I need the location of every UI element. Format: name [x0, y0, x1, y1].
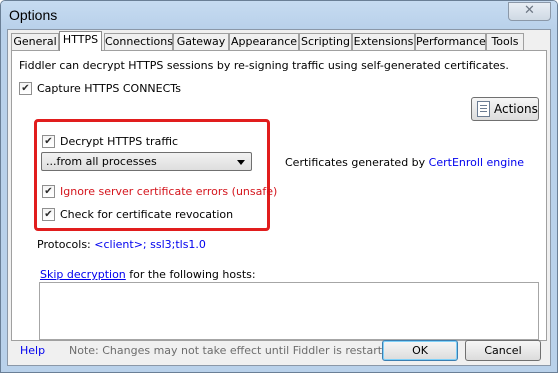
ok-label: OK: [412, 344, 428, 357]
tab-https[interactable]: HTTPS: [59, 31, 102, 51]
tab-label: Connections: [105, 35, 173, 48]
tab-label: Gateway: [176, 35, 226, 48]
check-revocation-label[interactable]: Check for certificate revocation: [60, 208, 233, 221]
document-icon: [477, 101, 490, 117]
tab-label: Extensions: [353, 35, 414, 48]
decrypt-traffic-label[interactable]: Decrypt HTTPS traffic: [60, 135, 178, 148]
dialog-body: General HTTPS Connections Gateway Appear…: [7, 29, 551, 366]
check-revocation-checkbox[interactable]: ✔: [42, 208, 55, 221]
checkmark-icon: ✔: [21, 83, 30, 94]
window-title: Options: [9, 7, 58, 23]
tab-general[interactable]: General: [11, 33, 59, 50]
protocols-label: Protocols:: [37, 238, 95, 251]
capture-connects-checkbox[interactable]: ✔: [19, 82, 32, 95]
certs-generated-text: Certificates generated by CertEnroll eng…: [285, 156, 524, 169]
certs-prefix: Certificates generated by: [285, 156, 429, 169]
decrypt-traffic-checkbox[interactable]: ✔: [42, 135, 55, 148]
checkmark-icon: ✔: [44, 209, 53, 220]
help-link[interactable]: Help: [20, 344, 45, 357]
cancel-button[interactable]: Cancel: [465, 340, 541, 361]
ignore-errors-checkbox[interactable]: ✔: [42, 185, 55, 198]
ignore-errors-label[interactable]: Ignore server certificate errors (unsafe…: [60, 185, 277, 198]
skip-decryption-rest: for the following hosts:: [125, 268, 256, 281]
tab-label: Scripting: [301, 35, 350, 48]
capture-connects-label[interactable]: Capture HTTPS CONNECTs: [37, 82, 181, 95]
tab-label: General: [13, 35, 57, 48]
close-button[interactable]: ✕: [508, 2, 551, 21]
tab-label: Appearance: [230, 35, 298, 48]
tab-label: Performance: [416, 35, 486, 48]
close-icon: ✕: [524, 3, 535, 18]
tab-appearance[interactable]: Appearance: [229, 33, 299, 50]
ok-button[interactable]: OK: [382, 340, 458, 361]
actions-button[interactable]: Actions: [471, 97, 539, 121]
tab-scripting[interactable]: Scripting: [299, 33, 352, 50]
tab-performance[interactable]: Performance: [415, 33, 486, 50]
process-filter-value: ...from all processes: [46, 155, 157, 168]
tab-tools[interactable]: Tools: [486, 33, 524, 50]
checkmark-icon: ✔: [44, 136, 53, 147]
process-filter-dropdown[interactable]: ...from all processes: [41, 152, 252, 171]
intro-text: Fiddler can decrypt HTTPS sessions by re…: [19, 59, 509, 72]
https-tab-panel: Fiddler can decrypt HTTPS sessions by re…: [11, 50, 547, 341]
checkmark-icon: ✔: [44, 186, 53, 197]
protocols-text: Protocols: <client>; ssl3;tls1.0: [37, 238, 206, 251]
certenroll-engine-link[interactable]: CertEnroll engine: [429, 156, 524, 169]
skip-decryption-link[interactable]: Skip decryption: [40, 268, 126, 281]
chevron-down-icon: [237, 160, 245, 165]
tab-gateway[interactable]: Gateway: [173, 33, 229, 50]
restart-note: Note: Changes may not take effect until …: [69, 344, 400, 357]
skip-decryption-text: Skip decryption for the following hosts:: [40, 268, 256, 281]
actions-label: Actions: [494, 102, 538, 116]
tab-extensions[interactable]: Extensions: [352, 33, 415, 50]
title-bar[interactable]: Options ✕: [1, 1, 557, 29]
tab-label: Tools: [491, 35, 519, 48]
protocols-link[interactable]: <client>; ssl3;tls1.0: [94, 238, 206, 251]
cancel-label: Cancel: [484, 344, 522, 357]
skip-hosts-textarea[interactable]: [39, 282, 539, 340]
tab-label: HTTPS: [62, 33, 99, 46]
tab-connections[interactable]: Connections: [104, 33, 173, 50]
options-window: Options ✕ General HTTPS Connections Gate…: [0, 0, 558, 373]
